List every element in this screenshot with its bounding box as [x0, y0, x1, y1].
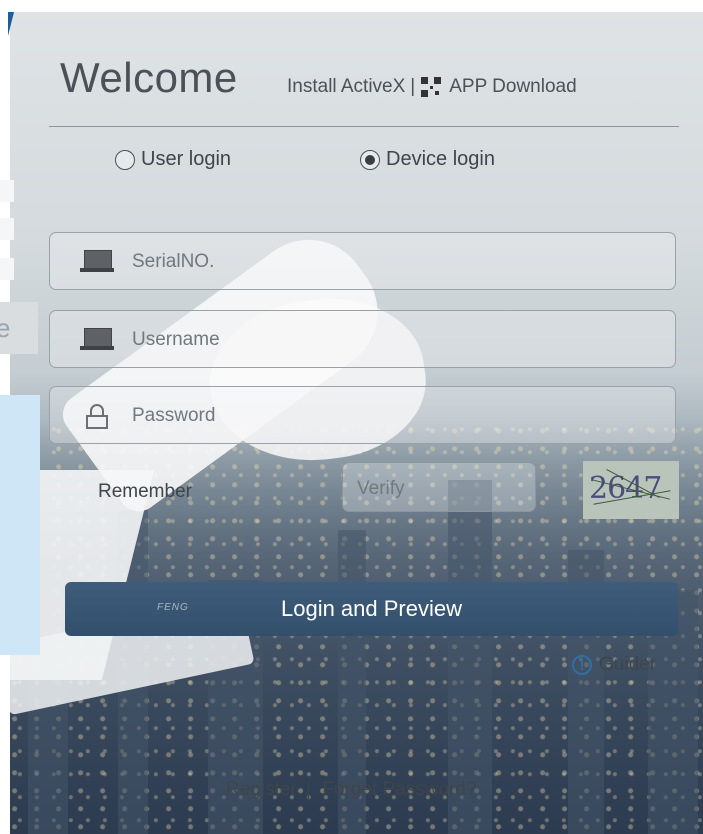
install-activex-link[interactable]: Install ActiveX	[287, 76, 405, 98]
app-download-link[interactable]: APP Download	[449, 76, 576, 98]
left-blue-band	[0, 395, 40, 655]
side-fragment	[0, 180, 14, 202]
info-circle-icon: !	[572, 655, 592, 675]
brand-watermark: FENG	[157, 602, 189, 613]
remember-checkbox-label[interactable]: Remember	[98, 481, 192, 503]
qr-code-icon	[421, 77, 442, 97]
lock-icon	[80, 404, 114, 429]
serial-number-input[interactable]	[130, 246, 654, 278]
username-field[interactable]	[49, 310, 676, 368]
guider-link[interactable]: ! Guider	[572, 654, 656, 676]
side-fragment	[0, 218, 14, 240]
radio-button-checked[interactable]	[360, 149, 380, 170]
serial-number-field[interactable]	[49, 232, 676, 290]
left-edge	[0, 0, 40, 834]
radio-label: User login	[141, 148, 232, 170]
header-divider	[49, 126, 679, 127]
corner-mark	[8, 12, 14, 36]
login-button-label: Login and Preview	[280, 596, 462, 621]
link-separator: |	[410, 76, 416, 97]
verify-field[interactable]	[342, 462, 536, 512]
side-fragment	[0, 258, 14, 280]
radio-user-login[interactable]: User login	[115, 148, 231, 171]
laptop-icon	[80, 328, 114, 352]
login-panel: Welcome Install ActiveX | APP Download U…	[40, 40, 690, 820]
radio-button-unchecked[interactable]	[115, 149, 135, 170]
captcha-image[interactable]: 2647	[583, 461, 679, 519]
login-and-preview-button[interactable]: FENG Login and Preview	[65, 582, 678, 636]
password-field[interactable]	[49, 386, 676, 444]
footer-links: Register | Forget Password?	[226, 779, 476, 801]
top-edge	[0, 0, 703, 12]
welcome-title: Welcome	[60, 54, 238, 101]
radio-label: Device login	[386, 148, 495, 170]
side-letter-fragment: e	[0, 302, 38, 354]
radio-device-login[interactable]: Device login	[360, 148, 495, 171]
header-links: Install ActiveX | APP Download	[287, 76, 577, 98]
forget-password-link[interactable]: Forget Password?	[322, 779, 476, 800]
verify-input[interactable]	[355, 473, 529, 505]
username-input[interactable]	[130, 324, 654, 356]
footer-separator: |	[306, 779, 311, 800]
laptop-icon	[80, 250, 114, 274]
register-link[interactable]: Register	[226, 779, 297, 800]
password-input[interactable]	[130, 400, 654, 432]
guider-label: Guider	[599, 654, 657, 675]
